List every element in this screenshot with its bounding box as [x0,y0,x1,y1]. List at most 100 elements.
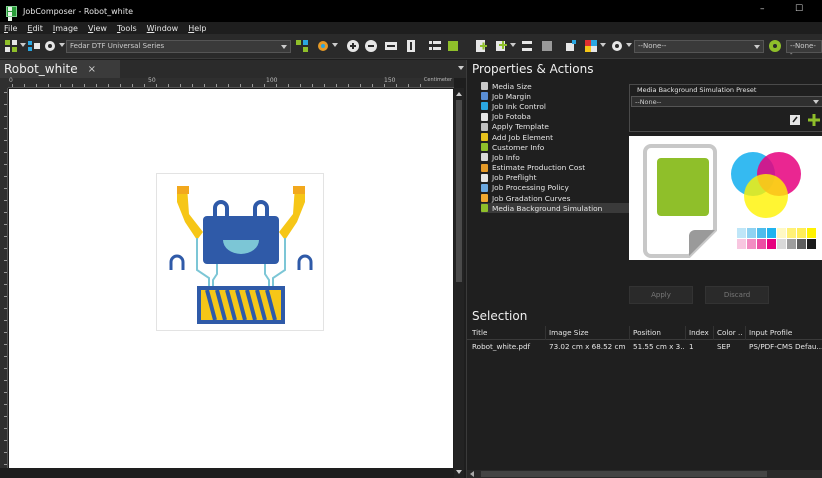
new-job-icon[interactable] [4,39,18,53]
menu-edit[interactable]: Edit [27,24,43,33]
action-item[interactable]: Job Gradation Curves [481,193,629,203]
column-header-color[interactable]: Color ... [717,328,743,337]
column-header-index[interactable]: Index [689,328,709,337]
color-icon[interactable] [584,39,598,53]
action-item-label: Estimate Production Cost [492,163,586,173]
preset-select-1[interactable]: --None-- [634,40,764,53]
selection-horizontal-scrollbar[interactable] [467,470,822,478]
add-image-icon[interactable] [474,39,488,53]
preset-select[interactable]: --None-- [631,96,822,107]
ruler-tick [4,296,7,297]
column-divider[interactable] [713,326,714,340]
target-icon[interactable] [610,39,624,53]
action-item[interactable]: Job Fotoba [481,112,629,122]
chevron-down-icon[interactable] [626,43,632,47]
maximize-button[interactable]: ☐ [795,4,803,14]
menu-file[interactable]: File [4,24,17,33]
preflight-icon [481,173,488,182]
table-row[interactable]: Robot_white.pdf 73.02 cm x 68.52 cm 51.5… [467,340,822,353]
column-header-title[interactable]: Title [472,328,487,337]
ruler-tick [312,84,313,87]
scroll-left-icon[interactable] [470,471,474,477]
preset-select-2[interactable]: --None-- [786,40,822,58]
chevron-down-icon[interactable] [59,43,65,47]
chevron-down-icon [754,45,760,49]
close-icon[interactable]: × [88,64,96,75]
action-item[interactable]: Job Preflight [481,173,629,183]
chevron-down-icon[interactable] [332,43,338,47]
menu-window[interactable]: Window [147,24,179,33]
action-list: Media Size Job Margin Job Ink Control Job F… [481,81,629,214]
action-item[interactable]: Media Background Simulation [481,203,629,214]
menu-view[interactable]: View [88,24,107,33]
canvas-vertical-scrollbar[interactable] [454,88,464,478]
list-view-icon[interactable] [428,39,442,53]
ruler-tick [4,164,7,165]
ruler-tick [4,92,7,93]
menu-help[interactable]: Help [188,24,206,33]
scroll-up-icon[interactable] [456,92,462,96]
tab-robot-white[interactable]: Robot_white × [0,60,120,78]
discard-button[interactable]: Discard [705,286,769,304]
robot-artwork[interactable] [157,174,325,332]
action-item[interactable]: Job Info [481,152,629,162]
action-item-label: Job Fotoba [492,112,531,122]
action-item[interactable]: Job Margin [481,91,629,101]
chevron-down-icon[interactable] [510,43,516,47]
panel-toggle-icon[interactable] [446,39,460,53]
edit-icon[interactable] [789,114,801,126]
fit-width-icon[interactable] [384,39,398,53]
ruler-tick [420,84,421,87]
nest-icon[interactable] [564,39,578,53]
ruler-tick [4,284,7,285]
action-item[interactable]: Media Size [481,81,629,91]
column-divider[interactable] [685,326,686,340]
chevron-down-icon[interactable] [458,66,464,70]
scrollbar-thumb[interactable] [481,471,767,477]
scroll-down-icon[interactable] [456,470,462,474]
action-item[interactable]: Customer Info [481,142,629,152]
action-item[interactable]: Job Ink Control [481,101,629,111]
column-header-image-size[interactable]: Image Size [549,328,589,337]
ruler-tick [4,404,7,405]
action-item[interactable]: Job Processing Policy [481,183,629,193]
column-divider[interactable] [545,326,546,340]
ruler-tick [276,84,277,87]
column-header-position[interactable]: Position [633,328,661,337]
align-icon[interactable] [520,39,534,53]
ruler-tick [4,104,7,105]
printer-select[interactable]: Fedar DTF Universal Series [66,40,291,53]
gear-icon[interactable] [768,39,782,53]
scrollbar-thumb[interactable] [456,100,462,282]
fit-height-icon[interactable] [404,39,418,53]
column-divider[interactable] [629,326,630,340]
action-item[interactable]: Estimate Production Cost [481,163,629,173]
ruler-tick [240,84,241,87]
action-item[interactable]: Apply Template [481,122,629,132]
column-header-input-profile[interactable]: Input Profile [749,328,792,337]
printer-setup-icon[interactable] [27,39,41,53]
menu-image[interactable]: Image [53,24,78,33]
column-divider[interactable] [745,326,746,340]
tile-icon[interactable] [540,39,554,53]
queue-icon[interactable] [295,39,309,53]
action-item[interactable]: Add Job Element [481,132,629,142]
ruler-label: 0 [9,77,13,84]
minimize-button[interactable]: – [760,4,765,14]
chevron-down-icon[interactable] [600,43,606,47]
menu-tools[interactable]: Tools [117,24,137,33]
artboard[interactable] [156,173,324,331]
add-element-icon[interactable] [494,39,508,53]
zoom-in-icon[interactable] [346,39,360,53]
chevron-down-icon[interactable] [20,43,26,47]
crosshair-icon[interactable] [43,39,57,53]
settings-gear-icon[interactable] [316,39,330,53]
ink-drop-icon [481,102,488,111]
ruler-label: 100 [266,77,278,84]
ruler-tick [216,84,217,87]
add-icon[interactable] [807,113,821,127]
apply-button[interactable]: Apply [629,286,693,304]
ruler-tick [192,84,193,87]
zoom-out-icon[interactable] [364,39,378,53]
document-canvas[interactable] [9,89,453,468]
